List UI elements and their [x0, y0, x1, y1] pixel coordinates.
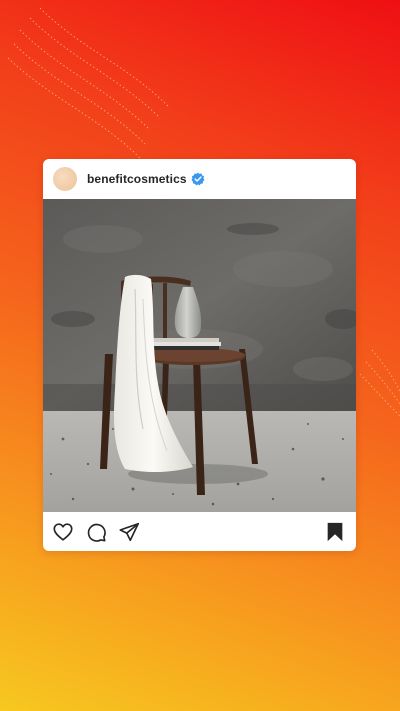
- username[interactable]: benefitcosmetics: [87, 172, 187, 186]
- instagram-post-card: benefitcosmetics: [43, 159, 356, 551]
- comment-bubble-icon[interactable]: [85, 521, 107, 543]
- paper-plane-icon[interactable]: [118, 521, 140, 543]
- post-actions-bar: [43, 512, 356, 551]
- heart-icon[interactable]: [52, 521, 74, 543]
- verified-badge-icon: [191, 172, 205, 186]
- profile-avatar[interactable]: [53, 167, 77, 191]
- post-photo[interactable]: [43, 199, 356, 512]
- bookmark-icon[interactable]: [324, 521, 346, 543]
- post-header: benefitcosmetics: [43, 159, 356, 199]
